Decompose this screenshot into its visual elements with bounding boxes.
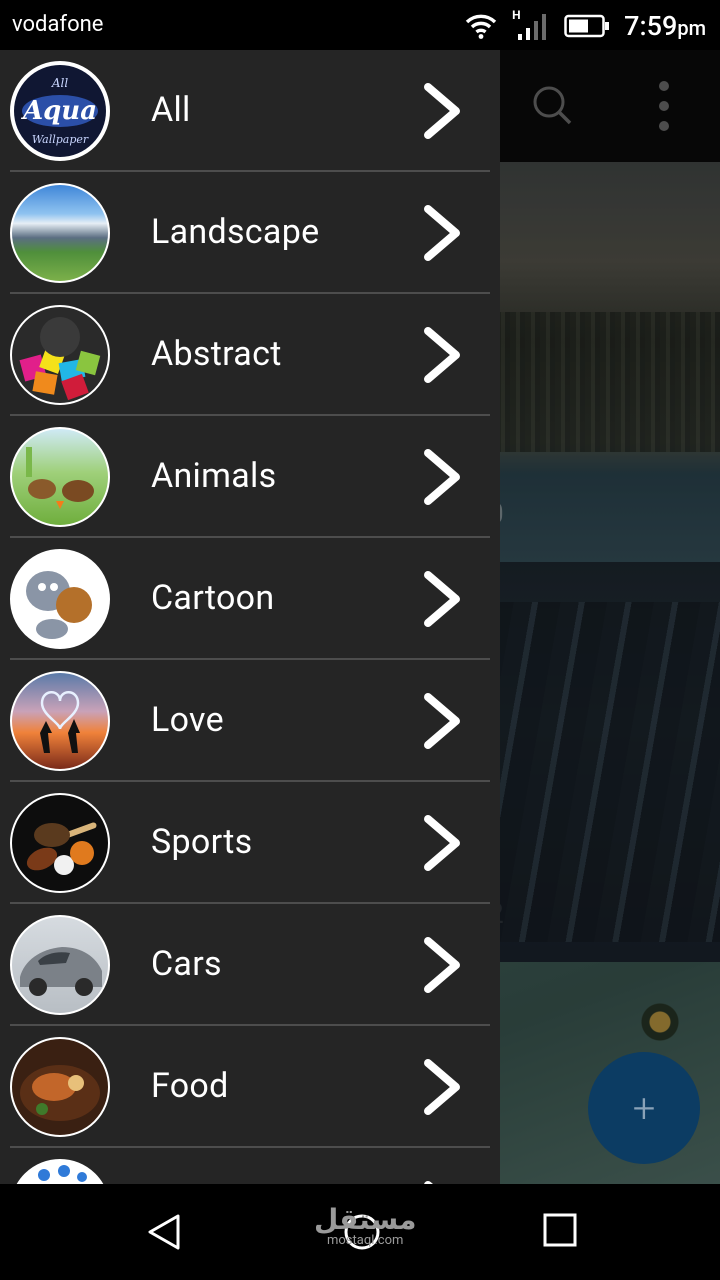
drawer-item-abstract[interactable]: Abstract bbox=[0, 294, 500, 416]
system-navigation-bar: مستقل mostaql.com bbox=[0, 1184, 720, 1280]
drawer-item-partial[interactable] bbox=[0, 1148, 500, 1184]
drawer-item-animals[interactable]: Animals bbox=[0, 416, 500, 538]
signal-indicator: H bbox=[512, 8, 550, 42]
add-fab-button[interactable]: + bbox=[588, 1052, 700, 1164]
chevron-right-icon bbox=[424, 205, 460, 261]
plus-icon: + bbox=[632, 1084, 656, 1132]
svg-text:Wallpaper: Wallpaper bbox=[32, 133, 89, 146]
abstract-thumbnail-icon bbox=[10, 305, 110, 405]
food-thumbnail-icon bbox=[10, 1037, 110, 1137]
chevron-right-icon bbox=[424, 815, 460, 871]
back-icon[interactable] bbox=[144, 1212, 184, 1252]
wifi-icon bbox=[465, 14, 497, 39]
drawer-item-label: Animals bbox=[151, 456, 277, 496]
partial-thumbnail-icon bbox=[10, 1159, 110, 1184]
drawer-item-sports[interactable]: Sports bbox=[0, 782, 500, 904]
status-bar: vodafone H 7:59pm bbox=[0, 0, 720, 50]
drawer-item-all[interactable]: Aqua All Wallpaper All bbox=[0, 50, 500, 172]
drawer-item-landscape[interactable]: Landscape bbox=[0, 172, 500, 294]
drawer-item-label: Sports bbox=[151, 822, 253, 862]
status-icons: H 7:59pm bbox=[464, 8, 706, 44]
recents-icon[interactable] bbox=[542, 1212, 578, 1248]
sports-thumbnail-icon bbox=[10, 793, 110, 893]
drawer-item-cars[interactable]: Cars bbox=[0, 904, 500, 1026]
clock: 7:59pm bbox=[624, 10, 706, 42]
animals-thumbnail-icon bbox=[10, 427, 110, 527]
chevron-right-icon bbox=[424, 937, 460, 993]
drawer-item-label: All bbox=[151, 90, 191, 130]
chevron-right-icon bbox=[424, 83, 460, 139]
drawer-item-love[interactable]: Love bbox=[0, 660, 500, 782]
svg-text:All: All bbox=[51, 76, 69, 90]
drawer-item-label: Cartoon bbox=[151, 578, 275, 618]
chevron-right-icon bbox=[424, 571, 460, 627]
chevron-right-icon bbox=[424, 1059, 460, 1115]
signal-bars-icon bbox=[518, 14, 547, 40]
drawer-item-label: Landscape bbox=[151, 212, 320, 252]
chevron-right-icon bbox=[424, 449, 460, 505]
drawer-item-label: Cars bbox=[151, 944, 222, 984]
drawer-item-cartoon[interactable]: Cartoon bbox=[0, 538, 500, 660]
cars-thumbnail-icon bbox=[10, 915, 110, 1015]
landscape-thumbnail-icon bbox=[10, 183, 110, 283]
clock-suffix: pm bbox=[677, 16, 706, 40]
battery-icon bbox=[564, 14, 610, 38]
drawer-item-food[interactable]: Food bbox=[0, 1026, 500, 1148]
aqua-wallpaper-logo-icon: Aqua All Wallpaper bbox=[10, 61, 110, 161]
watermark-domain: mostaql.com bbox=[326, 1233, 404, 1248]
drawer-item-label: Love bbox=[151, 700, 224, 740]
category-drawer: Aqua All Wallpaper All Landscape Abstrac… bbox=[0, 50, 500, 1184]
chevron-right-icon bbox=[424, 693, 460, 749]
cartoon-thumbnail-icon bbox=[10, 549, 110, 649]
svg-text:Aqua: Aqua bbox=[20, 96, 97, 126]
carrier-name: vodafone bbox=[12, 12, 104, 37]
love-thumbnail-icon bbox=[10, 671, 110, 771]
drawer-item-label: Abstract bbox=[151, 334, 282, 374]
watermark-arabic: مستقل bbox=[314, 1203, 417, 1236]
chevron-right-icon bbox=[424, 327, 460, 383]
watermark: مستقل mostaql.com bbox=[314, 1206, 416, 1248]
drawer-item-label: Food bbox=[151, 1066, 229, 1106]
clock-time: 7:59 bbox=[624, 10, 678, 42]
